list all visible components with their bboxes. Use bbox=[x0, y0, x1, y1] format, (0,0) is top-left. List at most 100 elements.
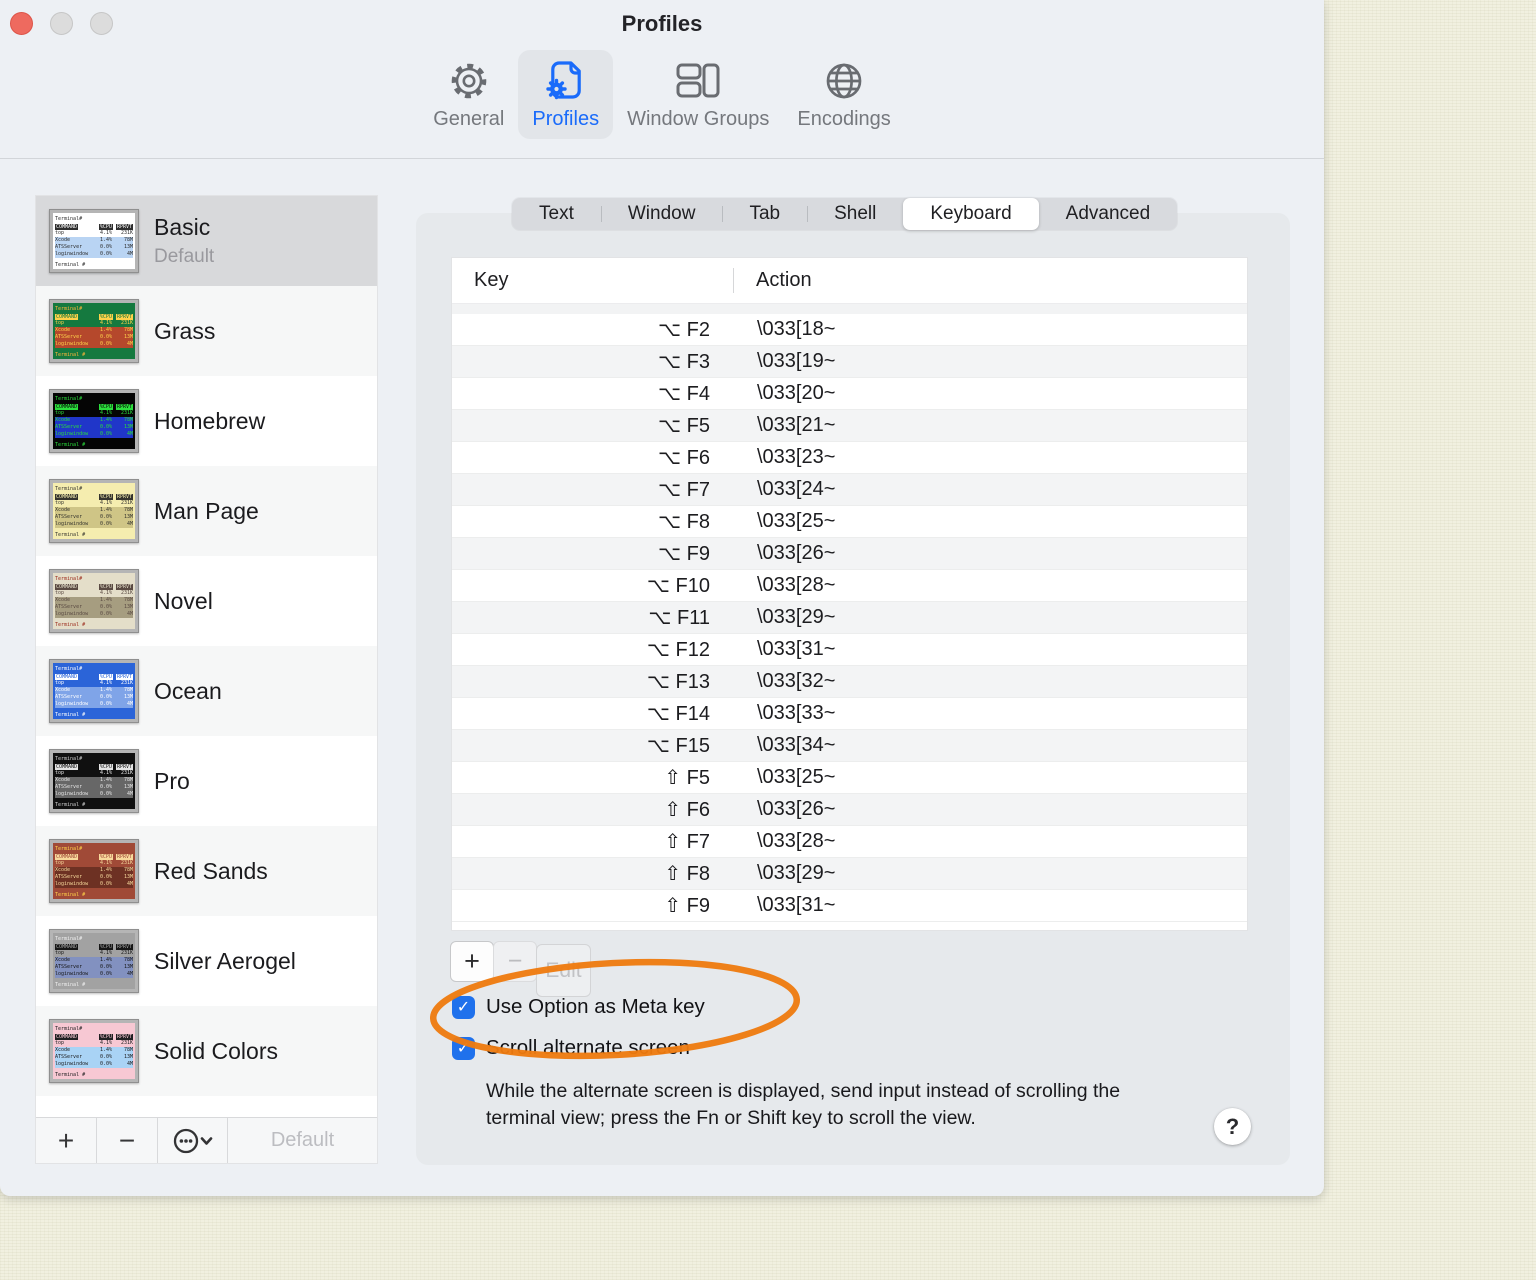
checkbox[interactable] bbox=[452, 1036, 475, 1060]
table-row[interactable]: ⌥ F7 \033[24~ bbox=[452, 474, 1247, 506]
key-cell: ⇧ F9 bbox=[664, 895, 710, 917]
action-cell: \033[32~ bbox=[757, 670, 836, 692]
table-row[interactable]: ⌥ F2 \033[18~ bbox=[452, 314, 1247, 346]
remove-key-button[interactable]: − bbox=[493, 941, 537, 982]
profile-list-item[interactable]: Terminal# COMMAND %CPU RPRVT top 4.1% 231K … bbox=[36, 646, 377, 736]
key-cell: ⌥ F9 bbox=[658, 543, 710, 565]
action-cell: \033[25~ bbox=[757, 510, 836, 532]
preferences-window: Profiles General Profiles Window Groups … bbox=[0, 0, 1324, 1196]
table-row[interactable]: ⌥ F14 \033[33~ bbox=[452, 698, 1247, 730]
key-cell: ⌥ F4 bbox=[658, 383, 710, 405]
profile-actions-menu-button[interactable] bbox=[158, 1118, 228, 1163]
tab[interactable]: Tab bbox=[722, 198, 807, 230]
key-cell: ⌥ F12 bbox=[646, 639, 710, 661]
checkbox[interactable] bbox=[452, 995, 475, 1019]
column-header-action[interactable]: Action bbox=[711, 269, 812, 292]
toolbar-label-general: General bbox=[433, 108, 505, 130]
profile-list-item[interactable]: Terminal# COMMAND %CPU RPRVT top 4.1% 231K … bbox=[36, 376, 377, 466]
add-key-button[interactable]: + bbox=[450, 941, 494, 982]
key-cell: ⌥ F11 bbox=[648, 607, 710, 629]
action-cell: \033[31~ bbox=[757, 894, 836, 916]
titlebar: Profiles bbox=[0, 0, 1324, 46]
profile-name: Basic bbox=[154, 214, 211, 240]
option-row[interactable]: Use Option as Meta key bbox=[452, 995, 705, 1019]
profile-list-item[interactable]: Terminal# COMMAND %CPU RPRVT top 4.1% 231K … bbox=[36, 286, 377, 376]
profile-default-badge: Default bbox=[154, 246, 215, 267]
action-cell: \033[25~ bbox=[757, 766, 836, 788]
profile-name: Homebrew bbox=[154, 407, 266, 434]
profile-list-item[interactable]: Terminal# COMMAND %CPU RPRVT top 4.1% 231K … bbox=[36, 916, 377, 1006]
table-row[interactable]: ⌥ F12 \033[31~ bbox=[452, 634, 1247, 666]
add-profile-button[interactable]: + bbox=[36, 1118, 97, 1163]
globe-icon bbox=[821, 55, 867, 107]
edit-key-button[interactable]: Edit bbox=[536, 944, 591, 997]
key-cell: ⌥ F14 bbox=[646, 703, 710, 725]
toolbar-item-profiles[interactable]: Profiles bbox=[518, 50, 614, 139]
table-row[interactable]: ⇧ F8 \033[29~ bbox=[452, 858, 1247, 890]
traffic-lights bbox=[10, 12, 113, 35]
toolbar-item-encodings[interactable]: Encodings bbox=[783, 50, 904, 139]
profile-name: Silver Aerogel bbox=[154, 947, 296, 974]
tab[interactable]: Shell bbox=[807, 198, 903, 230]
table-row[interactable]: ⇧ F9 \033[31~ bbox=[452, 890, 1247, 922]
minimize-button[interactable] bbox=[50, 12, 73, 35]
profile-list-item[interactable]: Terminal# COMMAND %CPU RPRVT top 4.1% 231K … bbox=[36, 466, 377, 556]
profile-thumbnail: Terminal# COMMAND %CPU RPRVT top 4.1% 231K … bbox=[49, 749, 139, 813]
key-mapping-table: Key Action ⌥ F2 \033[18~ ⌥ F3 \033[19~ ⌥… bbox=[452, 258, 1247, 930]
profile-list-item[interactable]: Terminal# COMMAND %CPU RPRVT top 4.1% 231K … bbox=[36, 556, 377, 646]
profile-list-item[interactable]: Terminal# COMMAND %CPU RPRVT top 4.1% 231K … bbox=[36, 1006, 377, 1096]
action-cell: \033[18~ bbox=[757, 318, 836, 340]
close-button[interactable] bbox=[10, 12, 33, 35]
table-row[interactable]: ⌥ F9 \033[26~ bbox=[452, 538, 1247, 570]
table-row[interactable]: ⌥ F8 \033[25~ bbox=[452, 506, 1247, 538]
tab[interactable]: Window bbox=[600, 198, 723, 230]
set-default-button[interactable]: Default bbox=[228, 1118, 377, 1163]
table-row[interactable]: ⌥ F3 \033[19~ bbox=[452, 346, 1247, 378]
action-cell: \033[29~ bbox=[757, 606, 836, 628]
action-cell: \033[26~ bbox=[757, 542, 836, 564]
column-divider[interactable] bbox=[733, 268, 734, 293]
profile-thumbnail: Terminal# COMMAND %CPU RPRVT top 4.1% 231K … bbox=[49, 479, 139, 543]
keyboard-options: Use Option as Meta key Scroll alternate … bbox=[452, 995, 705, 1060]
scroll-alternate-help-text: While the alternate screen is displayed,… bbox=[486, 1080, 1121, 1129]
table-row[interactable]: ⇧ F6 \033[26~ bbox=[452, 794, 1247, 826]
profile-list: Terminal# COMMAND %CPU RPRVT top 4.1% 231K … bbox=[36, 196, 377, 1117]
tab[interactable]: Keyboard bbox=[903, 198, 1039, 230]
profile-list-item[interactable]: Terminal# COMMAND %CPU RPRVT top 4.1% 231K … bbox=[36, 736, 377, 826]
gear-icon bbox=[446, 55, 492, 107]
table-row[interactable]: ⇧ F7 \033[28~ bbox=[452, 826, 1247, 858]
key-cell: ⌥ F10 bbox=[646, 575, 710, 597]
table-row[interactable]: ⇧ F5 \033[25~ bbox=[452, 762, 1247, 794]
table-row[interactable]: ⌥ F4 \033[20~ bbox=[452, 378, 1247, 410]
profile-list-item[interactable]: Terminal# COMMAND %CPU RPRVT top 4.1% 231K … bbox=[36, 196, 377, 286]
tab[interactable]: Text bbox=[512, 198, 601, 230]
column-header-key[interactable]: Key bbox=[452, 269, 711, 292]
action-cell: \033[31~ bbox=[757, 638, 836, 660]
action-cell: \033[34~ bbox=[757, 734, 836, 756]
profile-thumbnail: Terminal# COMMAND %CPU RPRVT top 4.1% 231K … bbox=[49, 929, 139, 993]
table-row[interactable]: ⌥ F11 \033[29~ bbox=[452, 602, 1247, 634]
table-row[interactable]: ⌥ F10 \033[28~ bbox=[452, 570, 1247, 602]
tab[interactable]: Advanced bbox=[1039, 198, 1178, 230]
zoom-button[interactable] bbox=[90, 12, 113, 35]
toolbar-item-window-groups[interactable]: Window Groups bbox=[613, 50, 783, 139]
table-row[interactable]: ⌥ F6 \033[23~ bbox=[452, 442, 1247, 474]
preferences-toolbar: General Profiles Window Groups Encodings bbox=[0, 46, 1324, 159]
key-cell: ⌥ F8 bbox=[658, 511, 710, 533]
help-button[interactable]: ? bbox=[1214, 1108, 1251, 1145]
toolbar-item-general[interactable]: General bbox=[419, 50, 518, 139]
toolbar-label-encodings: Encodings bbox=[797, 108, 891, 130]
key-cell: ⇧ F5 bbox=[664, 767, 710, 789]
key-cell: ⌥ F6 bbox=[658, 447, 710, 469]
option-row[interactable]: Scroll alternate screen bbox=[452, 1036, 705, 1060]
sidebar-footer: + − Default bbox=[36, 1117, 377, 1163]
key-cell: ⌥ F5 bbox=[658, 415, 710, 437]
key-cell: ⌥ F15 bbox=[646, 735, 710, 757]
table-row[interactable]: ⌥ F13 \033[32~ bbox=[452, 666, 1247, 698]
table-row[interactable]: ⌥ F15 \033[34~ bbox=[452, 730, 1247, 762]
profile-list-item[interactable]: Terminal# COMMAND %CPU RPRVT top 4.1% 231K … bbox=[36, 826, 377, 916]
profile-thumbnail: Terminal# COMMAND %CPU RPRVT top 4.1% 231K … bbox=[49, 1019, 139, 1083]
table-row[interactable]: ⌥ F5 \033[21~ bbox=[452, 410, 1247, 442]
remove-profile-button[interactable]: − bbox=[97, 1118, 158, 1163]
action-cell: \033[33~ bbox=[757, 702, 836, 724]
